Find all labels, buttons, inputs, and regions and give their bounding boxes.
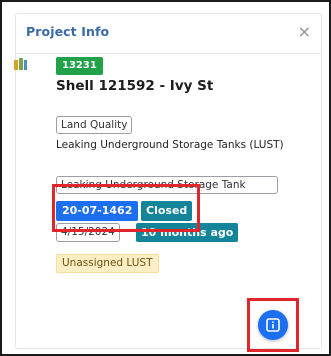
- highlight-box-info: [247, 298, 299, 352]
- info-icon: [266, 318, 280, 332]
- info-button[interactable]: [258, 310, 288, 340]
- panel-header: Project Info ×: [16, 14, 321, 54]
- panel-title: Project Info: [26, 24, 110, 39]
- layer-icon: [14, 58, 28, 72]
- close-icon[interactable]: ×: [298, 22, 311, 41]
- program-name: Leaking Underground Storage Tanks (LUST): [56, 139, 284, 151]
- project-id-badge: 13231: [56, 57, 103, 75]
- site-title: Shell 121592 - Ivy St: [56, 78, 214, 94]
- category-tag: Land Quality: [56, 116, 133, 134]
- assignment-badge: Unassigned LUST: [56, 254, 159, 273]
- highlight-box-status: [52, 184, 200, 232]
